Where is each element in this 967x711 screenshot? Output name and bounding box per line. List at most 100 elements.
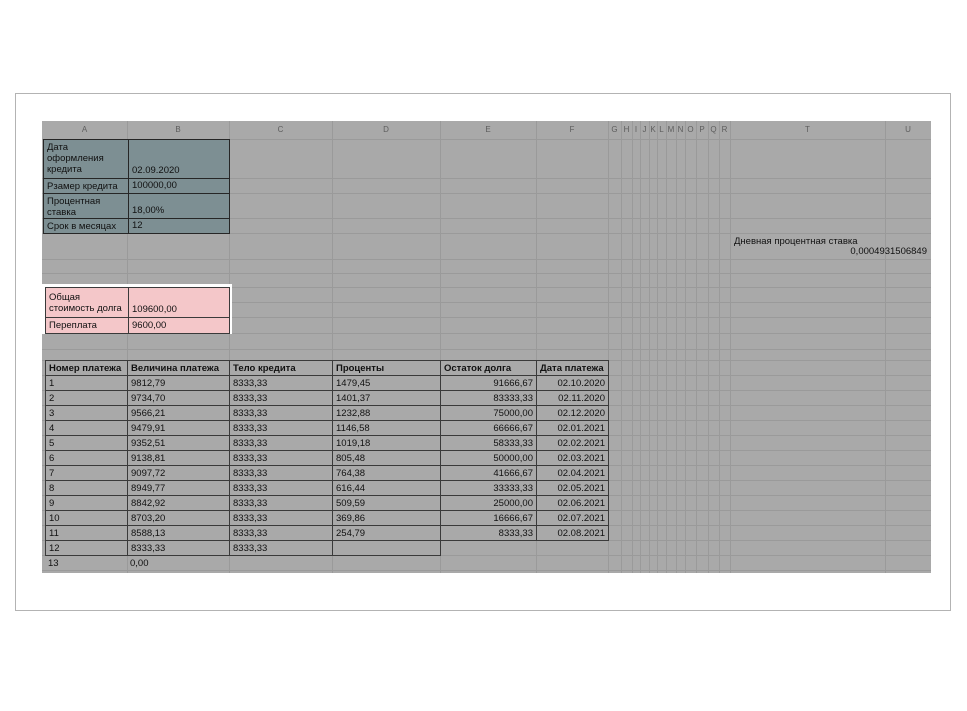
schedule-cell[interactable]: 02.07.2021 bbox=[536, 510, 609, 526]
param-label[interactable]: Рзамер кредита bbox=[43, 178, 129, 194]
schedule-cell[interactable]: 1479,45 bbox=[332, 375, 441, 391]
schedule-cell[interactable]: 369,86 bbox=[332, 510, 441, 526]
column-header-o[interactable]: O bbox=[685, 121, 696, 139]
schedule-cell[interactable]: 8 bbox=[45, 480, 128, 496]
schedule-cell[interactable]: 91666,67 bbox=[440, 375, 537, 391]
schedule-cell[interactable]: 9097,72 bbox=[127, 465, 230, 481]
schedule-cell[interactable]: 16666,67 bbox=[440, 510, 537, 526]
schedule-cell[interactable]: 02.12.2020 bbox=[536, 405, 609, 421]
schedule-cell[interactable]: 12 bbox=[45, 540, 128, 556]
schedule-cell[interactable]: 8333,33 bbox=[229, 540, 333, 556]
schedule-cell[interactable]: 9138,81 bbox=[127, 450, 230, 466]
schedule-header[interactable]: Номер платежа bbox=[45, 360, 128, 376]
column-header-h[interactable]: H bbox=[621, 121, 632, 139]
schedule-cell[interactable]: 509,59 bbox=[332, 495, 441, 511]
schedule-cell[interactable]: 8333,33 bbox=[127, 540, 230, 556]
param-label[interactable]: Срок в месяцах bbox=[43, 218, 129, 234]
daily-rate-value[interactable]: 0,0004931506849 bbox=[841, 246, 930, 259]
schedule-cell[interactable]: 8333,33 bbox=[229, 465, 333, 481]
schedule-cell[interactable]: 9734,70 bbox=[127, 390, 230, 406]
schedule-cell[interactable]: 5 bbox=[45, 435, 128, 451]
schedule-cell[interactable]: 13 bbox=[45, 555, 128, 571]
schedule-cell[interactable]: 02.03.2021 bbox=[536, 450, 609, 466]
schedule-cell[interactable]: 25000,00 bbox=[440, 495, 537, 511]
column-header-c[interactable]: C bbox=[229, 121, 332, 139]
schedule-cell[interactable]: 66666,67 bbox=[440, 420, 537, 436]
schedule-cell[interactable]: 9812,79 bbox=[127, 375, 230, 391]
schedule-cell[interactable] bbox=[229, 555, 333, 571]
schedule-cell[interactable]: 8703,20 bbox=[127, 510, 230, 526]
schedule-cell[interactable]: 764,38 bbox=[332, 465, 441, 481]
column-header-j[interactable]: J bbox=[640, 121, 649, 139]
param-label[interactable]: Процентная ставка bbox=[43, 193, 129, 219]
schedule-cell[interactable]: 8333,33 bbox=[229, 525, 333, 541]
summary-value[interactable]: 9600,00 bbox=[128, 317, 230, 334]
schedule-header[interactable]: Дата платежа bbox=[536, 360, 609, 376]
column-header-e[interactable]: E bbox=[440, 121, 536, 139]
schedule-cell[interactable] bbox=[440, 555, 537, 571]
schedule-cell[interactable]: 33333,33 bbox=[440, 480, 537, 496]
column-header-l[interactable]: L bbox=[657, 121, 666, 139]
schedule-cell[interactable]: 02.10.2020 bbox=[536, 375, 609, 391]
schedule-cell[interactable]: 4 bbox=[45, 420, 128, 436]
schedule-cell[interactable]: 805,48 bbox=[332, 450, 441, 466]
schedule-cell[interactable]: 616,44 bbox=[332, 480, 441, 496]
schedule-cell[interactable]: 7 bbox=[45, 465, 128, 481]
schedule-header[interactable]: Остаток долга bbox=[440, 360, 537, 376]
param-value[interactable]: 18,00% bbox=[128, 193, 230, 219]
schedule-cell[interactable]: 83333,33 bbox=[440, 390, 537, 406]
schedule-cell[interactable]: 254,79 bbox=[332, 525, 441, 541]
column-header-r[interactable]: R bbox=[719, 121, 730, 139]
schedule-cell[interactable]: 41666,67 bbox=[440, 465, 537, 481]
column-header-i[interactable]: I bbox=[632, 121, 640, 139]
summary-label[interactable]: Общая стоимость долга bbox=[45, 287, 129, 318]
schedule-cell[interactable]: 58333,33 bbox=[440, 435, 537, 451]
schedule-cell[interactable]: 8333,33 bbox=[229, 375, 333, 391]
schedule-cell[interactable]: 02.01.2021 bbox=[536, 420, 609, 436]
schedule-cell[interactable]: 8333,33 bbox=[229, 420, 333, 436]
column-header-q[interactable]: Q bbox=[708, 121, 719, 139]
column-header-u[interactable]: U bbox=[885, 121, 931, 139]
param-value[interactable]: 100000,00 bbox=[128, 178, 230, 194]
schedule-cell[interactable]: 8333,33 bbox=[229, 450, 333, 466]
schedule-cell[interactable]: 8333,33 bbox=[229, 435, 333, 451]
schedule-cell[interactable]: 8333,33 bbox=[229, 510, 333, 526]
column-header-t[interactable]: T bbox=[730, 121, 885, 139]
param-label[interactable]: Дата оформления кредита bbox=[43, 139, 129, 179]
schedule-cell[interactable]: 2 bbox=[45, 390, 128, 406]
column-header-d[interactable]: D bbox=[332, 121, 440, 139]
param-value[interactable]: 12 bbox=[128, 218, 230, 234]
schedule-cell[interactable] bbox=[332, 540, 441, 556]
schedule-cell[interactable]: 1019,18 bbox=[332, 435, 441, 451]
schedule-cell[interactable]: 6 bbox=[45, 450, 128, 466]
column-header-m[interactable]: M bbox=[666, 121, 676, 139]
schedule-cell[interactable]: 8333,33 bbox=[440, 525, 537, 541]
column-header-n[interactable]: N bbox=[676, 121, 685, 139]
column-header-f[interactable]: F bbox=[536, 121, 608, 139]
schedule-cell[interactable]: 8333,33 bbox=[229, 495, 333, 511]
schedule-header[interactable]: Проценты bbox=[332, 360, 441, 376]
summary-label[interactable]: Переплата bbox=[45, 317, 129, 334]
schedule-cell[interactable]: 75000,00 bbox=[440, 405, 537, 421]
column-header-p[interactable]: P bbox=[696, 121, 708, 139]
spreadsheet-grid[interactable]: A B C D E F G H I J K L M N O P Q R T U Дата оформления кред… bbox=[42, 121, 931, 573]
column-header-k[interactable]: K bbox=[649, 121, 657, 139]
schedule-cell[interactable]: 8588,13 bbox=[127, 525, 230, 541]
schedule-cell[interactable]: 10 bbox=[45, 510, 128, 526]
schedule-cell[interactable]: 1232,88 bbox=[332, 405, 441, 421]
schedule-cell[interactable]: 02.08.2021 bbox=[536, 525, 609, 541]
schedule-cell[interactable]: 9352,51 bbox=[127, 435, 230, 451]
schedule-cell[interactable]: 0,00 bbox=[127, 555, 230, 571]
schedule-header[interactable]: Тело кредита bbox=[229, 360, 333, 376]
schedule-cell[interactable]: 02.11.2020 bbox=[536, 390, 609, 406]
summary-value[interactable]: 109600,00 bbox=[128, 287, 230, 318]
schedule-cell[interactable]: 1401,37 bbox=[332, 390, 441, 406]
schedule-cell[interactable]: 9 bbox=[45, 495, 128, 511]
schedule-cell[interactable]: 3 bbox=[45, 405, 128, 421]
schedule-cell[interactable]: 02.06.2021 bbox=[536, 495, 609, 511]
param-value[interactable]: 02.09.2020 bbox=[128, 139, 230, 179]
schedule-cell[interactable]: 02.02.2021 bbox=[536, 435, 609, 451]
schedule-cell[interactable] bbox=[440, 540, 537, 556]
schedule-cell[interactable]: 1 bbox=[45, 375, 128, 391]
schedule-cell[interactable] bbox=[536, 555, 609, 571]
